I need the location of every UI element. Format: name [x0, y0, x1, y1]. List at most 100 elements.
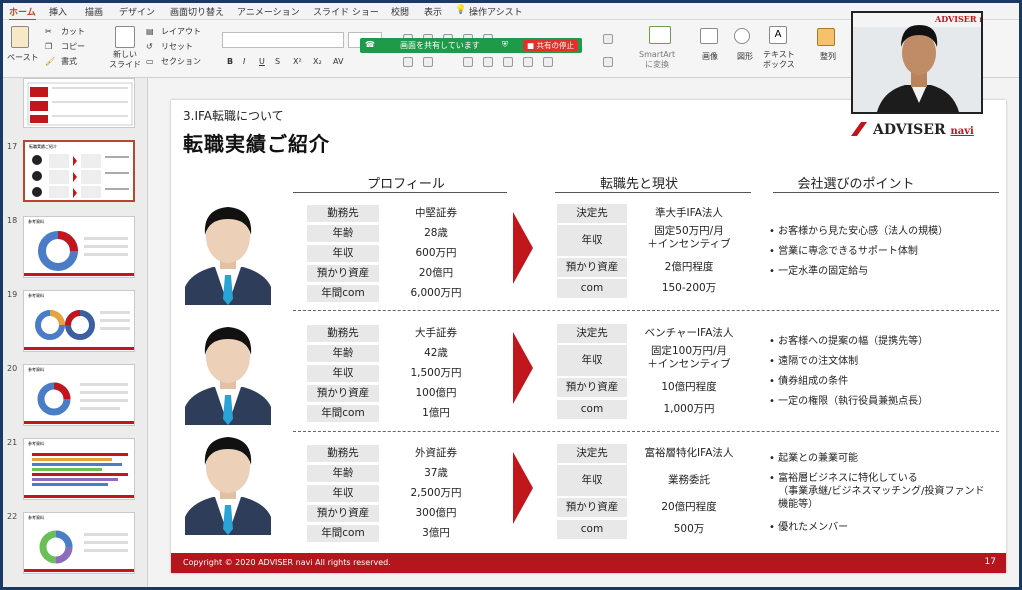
section-label: 3.IFA転職について — [183, 109, 284, 123]
textbox-button[interactable]: テキスト ボックス — [763, 50, 795, 70]
point-item: • 起業との兼業可能 — [769, 453, 858, 464]
align-right-icon[interactable] — [503, 57, 513, 67]
menu-tell-me[interactable]: 操作アシスト — [469, 5, 523, 18]
lightbulb-icon: 💡 — [455, 5, 467, 15]
profile-value: 中堅証券 — [415, 207, 457, 219]
slide-canvas[interactable]: 3.IFA転職について 転職実績ご紹介 ADVISER navi プロフィール … — [171, 100, 1006, 573]
smartart-icon[interactable] — [649, 26, 671, 44]
thumb-graphic — [24, 231, 134, 276]
thumb-title: 参考資料 — [28, 515, 44, 520]
point-item: • 債券組成の条件 — [769, 376, 849, 387]
font-name-select[interactable] — [222, 32, 344, 48]
superscript-icon[interactable]: X² — [293, 57, 302, 67]
point-text: 一定の権限（執行役員兼拠点長） — [778, 396, 929, 407]
profile-label: 預かり資産 — [307, 505, 379, 522]
menu-insert[interactable]: 挿入 — [49, 5, 67, 18]
destination-value: 10億円程度 — [661, 381, 717, 393]
slide-thumbnail[interactable]: 参考資料 — [23, 364, 135, 426]
text-direction-icon[interactable] — [603, 34, 613, 44]
slide-thumbnail-selected[interactable]: 転職実績ご紹介 — [23, 140, 135, 202]
paste-icon[interactable] — [11, 26, 29, 48]
bold-icon[interactable]: B — [227, 57, 233, 67]
image-icon[interactable] — [700, 28, 718, 44]
layout-button[interactable]: レイアウト — [161, 27, 201, 37]
point-text: 起業との兼業可能 — [778, 453, 858, 464]
smartart-button[interactable]: SmartArt に変換 — [639, 50, 675, 70]
point-item: • お客様への提案の幅（提携先等） — [769, 336, 929, 347]
shape-icon[interactable] — [734, 28, 750, 44]
destination-value: ベンチャーIFA法人 — [644, 327, 734, 339]
menu-review[interactable]: 校閲 — [391, 5, 409, 18]
screen-share-bar: ☎ 画面を共有しています ⛨ ■ 共有の停止 — [360, 38, 582, 53]
textbox-icon[interactable]: A — [769, 26, 787, 44]
reset-icon[interactable]: ↺ — [146, 42, 153, 52]
image-button[interactable]: 画像 — [702, 52, 718, 62]
menu-draw[interactable]: 描画 — [85, 5, 103, 18]
point-item: • 優れたメンバー — [769, 522, 849, 533]
point-text: お客様から見た安心感（法人の規模） — [778, 226, 949, 237]
menu-animations[interactable]: アニメーション — [237, 5, 300, 18]
webcam-logo: ADVISER navi — [935, 14, 981, 24]
destination-value: 準大手IFA法人 — [655, 207, 723, 219]
slide-thumbnails-panel[interactable]: 17 転職実績ご紹介 18 参考資料 19 参考資料 20 参考資料 21 参考… — [3, 78, 148, 587]
slide-title: 転職実績ご紹介 — [183, 132, 330, 156]
arrange-icon[interactable] — [817, 28, 835, 46]
point-item: • 営業に専念できるサポート体制 — [769, 246, 918, 257]
columns-icon[interactable] — [543, 57, 553, 67]
point-item: • 一定水準の固定給与 — [769, 266, 869, 277]
shape-button[interactable]: 図形 — [737, 52, 753, 62]
highlight-icon[interactable] — [403, 57, 413, 67]
strikethrough-icon[interactable]: S — [275, 57, 280, 67]
thumb-title: 参考資料 — [28, 441, 44, 446]
app-window: ホーム 挿入 描画 デザイン 画面切り替え アニメーション スライド ショー 校… — [0, 0, 1022, 590]
slide-thumbnail[interactable]: 参考資料 — [23, 512, 135, 574]
copy-icon[interactable]: ❐ — [45, 42, 52, 52]
format-painter-icon[interactable]: 🖌 — [45, 57, 55, 67]
paste-label[interactable]: ペースト — [7, 53, 39, 63]
section-icon[interactable]: ▭ — [146, 57, 154, 67]
slide-thumbnail[interactable]: 参考資料 — [23, 438, 135, 500]
slide-number: 19 — [7, 290, 18, 299]
menu-view[interactable]: 表示 — [424, 5, 442, 18]
destination-value: 500万 — [673, 523, 705, 535]
new-slide-icon[interactable] — [115, 26, 135, 48]
layout-icon[interactable]: ▤ — [146, 27, 154, 37]
align-text-icon[interactable] — [603, 57, 613, 67]
char-spacing-icon[interactable]: AV — [333, 57, 343, 67]
stop-share-button[interactable]: ■ 共有の停止 — [523, 40, 578, 51]
italic-icon[interactable]: I — [243, 57, 245, 67]
profile-value: 2,500万円 — [410, 487, 462, 499]
copy-button[interactable]: コピー — [61, 42, 85, 52]
profile-label: 年間com — [307, 405, 379, 422]
menu-slideshow[interactable]: スライド ショー — [313, 5, 379, 18]
menu-home[interactable]: ホーム — [9, 5, 36, 21]
menu-design[interactable]: デザイン — [119, 5, 155, 18]
slide-thumbnail[interactable]: 参考資料 — [23, 290, 135, 352]
thumb-title: 参考資料 — [28, 219, 44, 224]
arrange-button[interactable]: 整列 — [820, 52, 836, 62]
subscript-icon[interactable]: X₂ — [313, 57, 322, 67]
profile-label: 年収 — [307, 245, 379, 262]
destination-label: 預かり資産 — [557, 258, 627, 277]
format-painter-button[interactable]: 書式 — [61, 57, 77, 67]
menu-transitions[interactable]: 画面切り替え — [170, 5, 224, 18]
slide-thumbnail[interactable] — [23, 78, 135, 128]
cut-icon[interactable]: ✂ — [45, 27, 52, 37]
cut-button[interactable]: カット — [61, 27, 85, 37]
align-center-icon[interactable] — [483, 57, 493, 67]
font-color-icon[interactable] — [423, 57, 433, 67]
section-button[interactable]: セクション — [161, 57, 201, 67]
slide-number: 18 — [7, 216, 18, 225]
align-left-icon[interactable] — [463, 57, 473, 67]
profile-label: 年収 — [307, 485, 379, 502]
thumb-title: 参考資料 — [28, 367, 44, 372]
destination-value: 2億円程度 — [664, 261, 714, 273]
reset-button[interactable]: リセット — [161, 42, 193, 52]
destination-label: 預かり資産 — [557, 498, 627, 517]
new-slide-button[interactable]: 新しい スライド — [109, 50, 141, 70]
justify-icon[interactable] — [523, 57, 533, 67]
profile-value: 6,000万円 — [410, 287, 462, 299]
destination-label: com — [557, 279, 627, 298]
underline-icon[interactable]: U — [259, 57, 265, 67]
slide-thumbnail[interactable]: 参考資料 — [23, 216, 135, 278]
